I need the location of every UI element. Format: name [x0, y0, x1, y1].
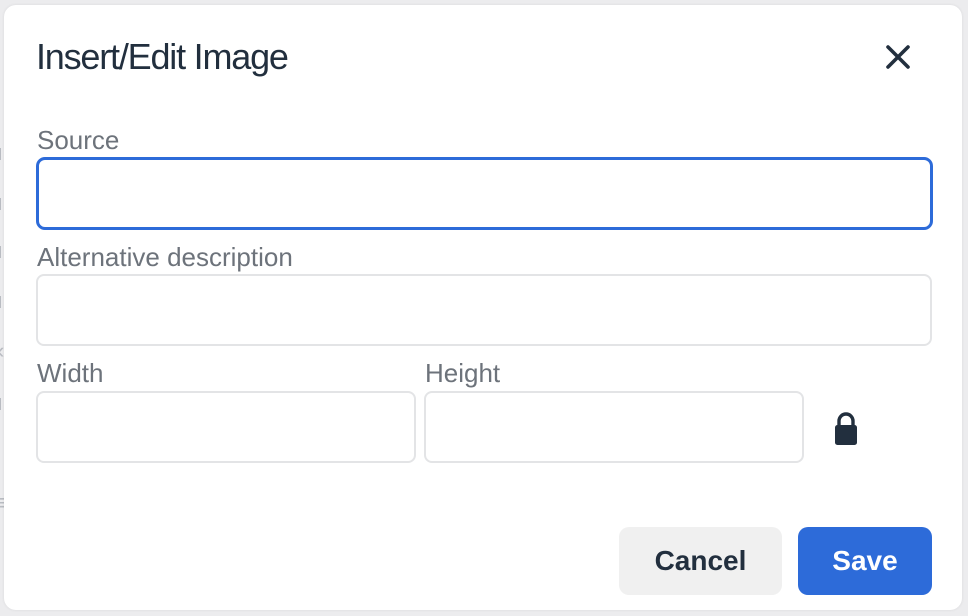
width-label: Width [37, 358, 104, 388]
close-button[interactable] [878, 37, 918, 77]
background-text-fragment: ı [0, 390, 4, 415]
close-icon [886, 45, 910, 69]
constrain-proportions-toggle[interactable] [832, 409, 860, 449]
background-text-fragment: ı [0, 238, 4, 263]
insert-edit-image-dialog: Insert/Edit Image Source Alternative des… [4, 5, 962, 610]
height-input[interactable] [424, 391, 804, 463]
lock-icon [835, 412, 857, 445]
alt-description-input[interactable] [36, 274, 932, 346]
background-text-fragment: ı [0, 140, 4, 165]
source-label: Source [37, 125, 120, 155]
height-label: Height [425, 358, 501, 388]
alt-description-label: Alternative description [37, 242, 293, 272]
save-button[interactable]: Save [798, 527, 932, 595]
cancel-button[interactable]: Cancel [619, 527, 782, 595]
source-input[interactable] [36, 157, 933, 230]
dialog-title: Insert/Edit Image [36, 36, 289, 77]
background-text-fragment: ı [0, 288, 4, 313]
width-input[interactable] [36, 391, 416, 463]
background-text-fragment: ı [0, 190, 4, 215]
